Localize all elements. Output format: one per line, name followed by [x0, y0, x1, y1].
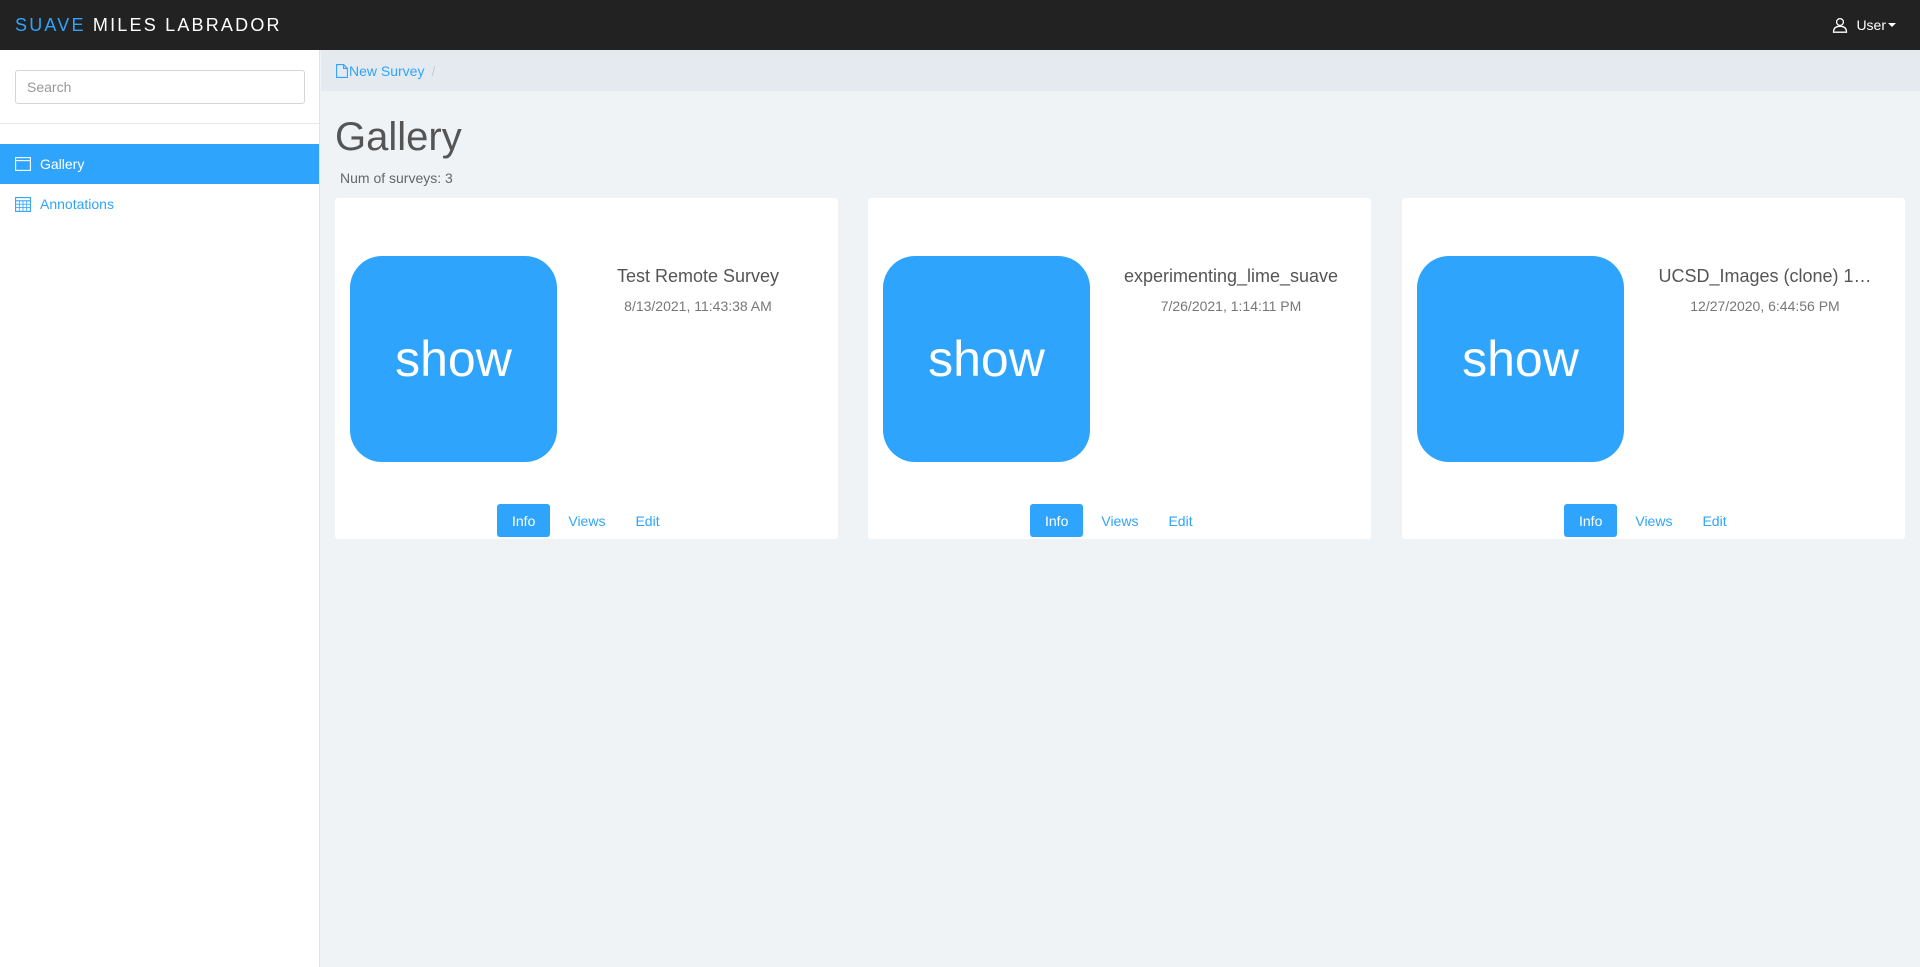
user-menu[interactable]: User [1832, 14, 1896, 36]
calendar-icon [15, 196, 31, 212]
chevron-down-icon [1888, 23, 1896, 27]
survey-title: UCSD_Images (clone) 1… [1658, 266, 1872, 286]
sidebar-item-gallery[interactable]: Gallery [0, 144, 319, 184]
sidebar-search-area [0, 50, 319, 124]
brand[interactable]: SUAVE MILES LABRADOR [15, 15, 282, 36]
survey-card: show experimenting_lime_suave 7/26/2021,… [868, 198, 1371, 539]
survey-count: Num of surveys: 3 [340, 170, 453, 186]
breadcrumb-separator: / [431, 62, 436, 79]
views-button[interactable]: Views [556, 504, 617, 537]
info-button[interactable]: Info [1564, 504, 1618, 537]
survey-card: show UCSD_Images (clone) 1… 12/27/2020, … [1402, 198, 1905, 539]
sidebar-item-annotations[interactable]: Annotations [0, 184, 319, 224]
user-label: User [1856, 17, 1886, 33]
survey-card: show Test Remote Survey 8/13/2021, 11:43… [335, 198, 838, 539]
page-title: Gallery [335, 115, 462, 159]
search-input[interactable] [15, 70, 305, 104]
card-actions: Info Views Edit [497, 504, 678, 537]
survey-thumbnail[interactable]: show [350, 256, 557, 462]
sidebar-item-label: Annotations [40, 196, 114, 212]
new-survey-link[interactable]: New Survey [336, 63, 424, 79]
brand-accent: SUAVE [15, 15, 86, 35]
survey-title: Test Remote Survey [616, 266, 780, 286]
survey-date: 8/13/2021, 11:43:38 AM [624, 298, 772, 314]
survey-thumbnail[interactable]: show [1417, 256, 1624, 462]
window-icon [15, 156, 31, 172]
user-icon [1833, 17, 1848, 33]
card-actions: Info Views Edit [1030, 504, 1211, 537]
sidebar-item-label: Gallery [40, 156, 85, 172]
file-icon [336, 63, 348, 78]
brand-name: MILES LABRADOR [92, 15, 282, 35]
edit-button[interactable]: Edit [1156, 504, 1204, 537]
edit-button[interactable]: Edit [1690, 504, 1738, 537]
sidebar-nav: Gallery Annotations [0, 144, 319, 224]
new-survey-label: New Survey [349, 62, 425, 79]
info-button[interactable]: Info [497, 504, 551, 537]
sidebar: Gallery Annotations [0, 50, 320, 967]
top-navbar: SUAVE MILES LABRADOR User [0, 0, 1920, 50]
breadcrumb: New Survey / [321, 50, 1920, 91]
survey-date: 7/26/2021, 1:14:11 PM [1160, 298, 1302, 314]
card-actions: Info Views Edit [1564, 504, 1745, 537]
views-button[interactable]: Views [1623, 504, 1684, 537]
survey-date: 12/27/2020, 6:44:56 PM [1690, 298, 1840, 314]
info-button[interactable]: Info [1030, 504, 1084, 537]
edit-button[interactable]: Edit [623, 504, 671, 537]
views-button[interactable]: Views [1089, 504, 1150, 537]
survey-thumbnail[interactable]: show [883, 256, 1090, 462]
survey-title: experimenting_lime_suave [1123, 266, 1339, 286]
